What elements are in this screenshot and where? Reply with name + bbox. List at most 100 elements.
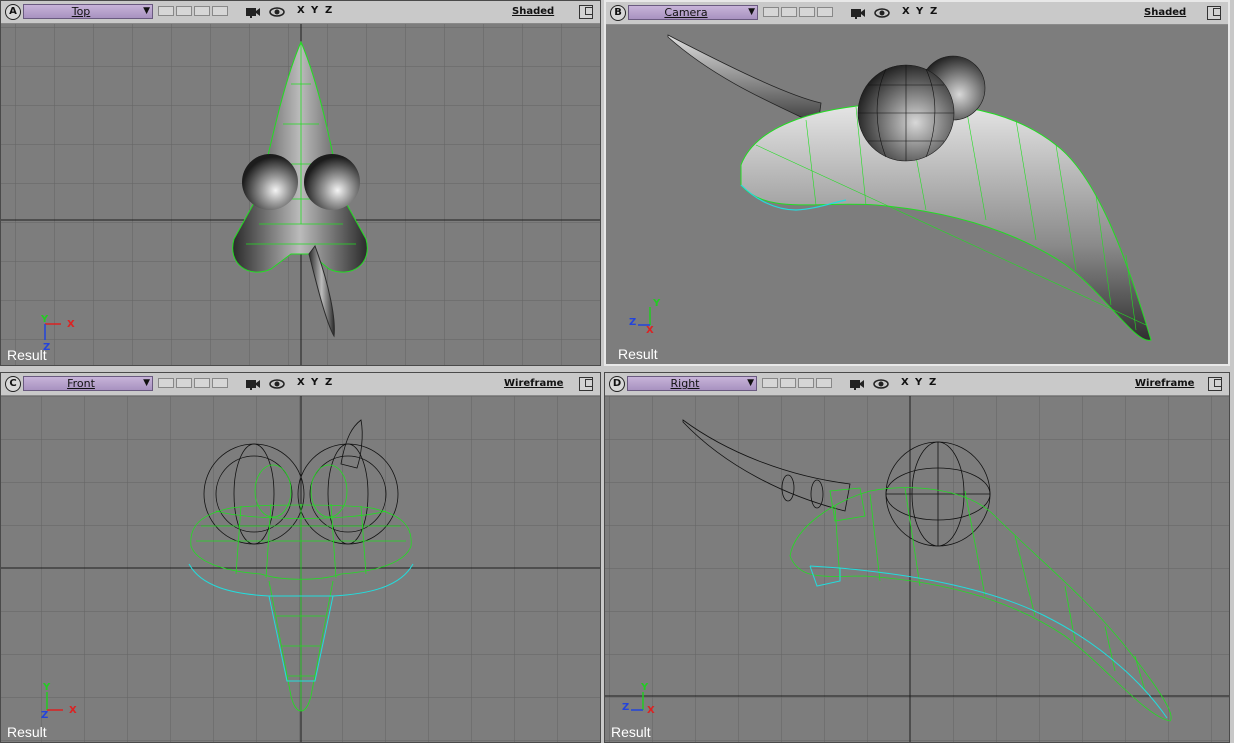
viewport-d-canvas[interactable]: Y Z X Result	[605, 396, 1229, 742]
gizmo-x-label: X	[69, 705, 77, 716]
dropdown-arrow-icon: ▼	[143, 378, 150, 388]
dropdown-arrow-icon: ▼	[143, 6, 150, 16]
view-dropdown[interactable]: Camera ▼	[628, 5, 758, 20]
memory-slot[interactable]	[176, 378, 192, 388]
memory-slots	[762, 378, 834, 391]
memory-slots	[763, 7, 835, 20]
display-mode-menu[interactable]: Shaded	[1144, 7, 1186, 18]
gizmo-y-label: Y	[42, 682, 51, 693]
view-dropdown-label: Top	[71, 5, 91, 18]
memory-slot[interactable]	[817, 7, 833, 17]
eye-icon[interactable]	[874, 7, 890, 19]
viewport-c[interactable]: C Front ▼ X Y Z Wireframe Y Z X Result	[0, 372, 601, 743]
viewport-a-canvas[interactable]: Y X Z Result	[1, 24, 600, 365]
axis-z-toggle[interactable]: Z	[930, 6, 937, 17]
maximize-icon[interactable]	[1208, 377, 1222, 391]
display-mode-menu[interactable]: Shaded	[512, 6, 554, 17]
viewport-c-badge[interactable]: C	[5, 376, 21, 392]
maximize-icon[interactable]	[1207, 6, 1221, 20]
memory-slot[interactable]	[798, 378, 814, 388]
memory-slot[interactable]	[158, 6, 174, 16]
memory-slots	[158, 378, 230, 391]
camera-icon[interactable]	[849, 378, 865, 390]
viewport-b-toolbar: B Camera ▼ X Y Z Shaded	[606, 2, 1228, 25]
memory-slot[interactable]	[194, 378, 210, 388]
gizmo-z-label: Z	[41, 710, 48, 720]
gizmo-x-label: X	[646, 325, 654, 335]
gizmo-z-label: Z	[629, 317, 636, 328]
gizmo-y-label: Y	[640, 682, 649, 693]
viewport-a-toolbar: A Top ▼ X Y Z Shaded	[1, 1, 600, 24]
result-label: Result	[7, 724, 47, 740]
grid	[605, 396, 1229, 742]
display-mode-menu[interactable]: Wireframe	[1135, 378, 1194, 389]
memory-slot[interactable]	[816, 378, 832, 388]
axis-z-toggle[interactable]: Z	[325, 377, 332, 388]
axis-x-toggle[interactable]: X	[297, 5, 305, 16]
axis-y-toggle[interactable]: Y	[311, 377, 318, 388]
memory-slot[interactable]	[762, 378, 778, 388]
viewport-d-badge[interactable]: D	[609, 376, 625, 392]
axis-gizmo: Y Z X	[41, 682, 77, 720]
maximize-icon[interactable]	[579, 377, 593, 391]
dropdown-arrow-icon: ▼	[747, 378, 754, 388]
memory-slot[interactable]	[212, 6, 228, 16]
camera-icon[interactable]	[850, 7, 866, 19]
memory-slot[interactable]	[780, 378, 796, 388]
viewport-c-canvas[interactable]: Y Z X Result	[1, 396, 600, 742]
axis-x-toggle[interactable]: X	[902, 6, 910, 17]
gizmo-x-label: X	[67, 319, 75, 330]
view-dropdown-label: Camera	[664, 6, 708, 19]
memory-slot[interactable]	[158, 378, 174, 388]
axis-gizmo: Y Z X	[622, 682, 655, 716]
memory-slots	[158, 6, 230, 19]
eye-icon[interactable]	[873, 378, 889, 390]
view-dropdown[interactable]: Right ▼	[627, 376, 757, 391]
viewport-d-toolbar: D Right ▼ X Y Z Wireframe	[605, 373, 1229, 396]
axis-z-toggle[interactable]: Z	[929, 377, 936, 388]
scene	[667, 34, 1152, 341]
gizmo-x-label: X	[647, 705, 655, 716]
viewport-a-badge[interactable]: A	[5, 4, 21, 20]
dropdown-arrow-icon: ▼	[748, 7, 755, 17]
viewport-b[interactable]: B Camera ▼ X Y Z Shaded Y Z X Result	[604, 0, 1230, 366]
axis-y-toggle[interactable]: Y	[915, 377, 922, 388]
result-label: Result	[611, 724, 651, 740]
grid	[1, 396, 600, 742]
gizmo-y-label: Y	[652, 298, 661, 309]
maximize-icon[interactable]	[579, 5, 593, 19]
model-camera-view[interactable]	[667, 34, 1152, 341]
axis-y-toggle[interactable]: Y	[311, 5, 318, 16]
axis-x-toggle[interactable]: X	[297, 377, 305, 388]
view-dropdown[interactable]: Front ▼	[23, 376, 153, 391]
memory-slot[interactable]	[212, 378, 228, 388]
gizmo-z-label: Z	[622, 702, 629, 713]
memory-slot[interactable]	[194, 6, 210, 16]
viewport-c-toolbar: C Front ▼ X Y Z Wireframe	[1, 373, 600, 396]
axis-gizmo: Y X Z	[40, 314, 75, 352]
viewport-b-badge[interactable]: B	[610, 5, 626, 21]
eye-icon[interactable]	[269, 6, 285, 18]
memory-slot[interactable]	[176, 6, 192, 16]
camera-icon[interactable]	[245, 378, 261, 390]
display-mode-menu[interactable]: Wireframe	[504, 378, 563, 389]
grid	[1, 24, 600, 365]
result-label: Result	[7, 347, 47, 363]
memory-slot[interactable]	[781, 7, 797, 17]
view-dropdown[interactable]: Top ▼	[23, 4, 153, 19]
memory-slot[interactable]	[763, 7, 779, 17]
viewport-b-canvas[interactable]: Y Z X Result	[606, 25, 1228, 364]
axis-z-toggle[interactable]: Z	[325, 5, 332, 16]
view-dropdown-label: Right	[670, 377, 700, 390]
gizmo-y-label: Y	[40, 314, 49, 325]
axis-gizmo: Y Z X	[629, 298, 661, 335]
result-label: Result	[618, 346, 658, 362]
camera-icon[interactable]	[245, 6, 261, 18]
axis-y-toggle[interactable]: Y	[916, 6, 923, 17]
memory-slot[interactable]	[799, 7, 815, 17]
viewport-a[interactable]: A Top ▼ X Y Z Shaded Y X Z Result	[0, 0, 601, 366]
view-dropdown-label: Front	[67, 377, 95, 390]
eye-icon[interactable]	[269, 378, 285, 390]
viewport-d[interactable]: D Right ▼ X Y Z Wireframe Y Z X Result	[604, 372, 1230, 743]
axis-x-toggle[interactable]: X	[901, 377, 909, 388]
